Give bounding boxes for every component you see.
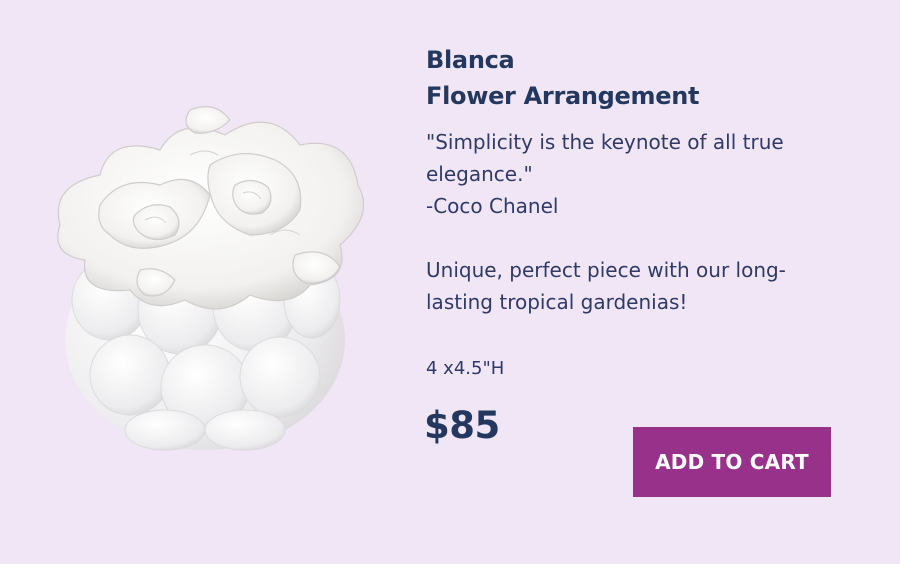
product-price: $85 — [424, 404, 500, 447]
description-line-1: Unique, perfect piece with our long- — [426, 258, 786, 282]
add-to-cart-button[interactable]: ADD TO CART — [633, 427, 831, 497]
product-title: Blanca Flower Arrangement — [426, 42, 846, 114]
product-size: 4 x4.5"H — [426, 358, 505, 379]
quote-author: -Coco Chanel — [426, 194, 559, 218]
product-title-line-2: Flower Arrangement — [426, 82, 700, 110]
product-info: Blanca Flower Arrangement "Simplicity is… — [426, 42, 846, 318]
quote-line-2: elegance." — [426, 162, 533, 186]
description-line-2: lasting tropical gardenias! — [426, 290, 688, 314]
product-title-line-1: Blanca — [426, 46, 515, 74]
quote-line-1: "Simplicity is the keynote of all true — [426, 130, 784, 154]
gardenia-vase-illustration — [57, 106, 365, 451]
product-image — [40, 95, 380, 455]
product-description: "Simplicity is the keynote of all true e… — [426, 126, 846, 318]
